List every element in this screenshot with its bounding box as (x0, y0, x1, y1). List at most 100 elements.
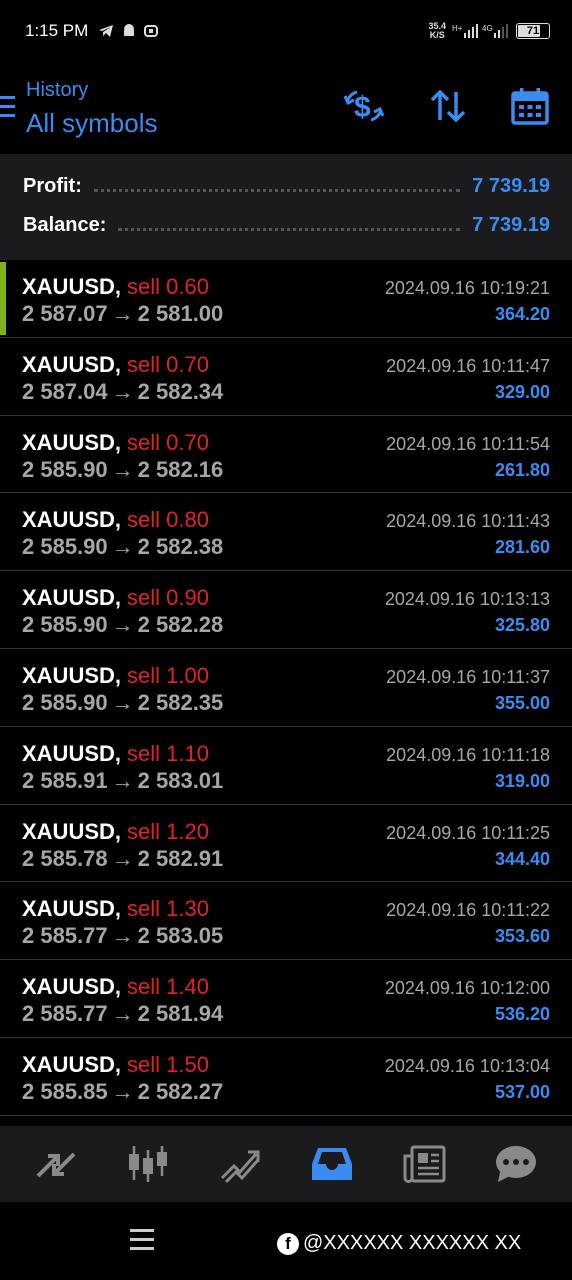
deal-symbol: XAUUSD, (22, 585, 122, 611)
sort-button[interactable] (426, 84, 470, 128)
deal-prices: 2 585.85 → 2 582.27 (22, 1079, 223, 1105)
deal-profit: 319.00 (494, 770, 550, 791)
deal-side-volume: sell 0.90 (127, 585, 209, 611)
summary-panel: Profit: 7 739.19 Balance: 7 739.19 (0, 154, 572, 260)
deal-close-price: 2 581.00 (137, 301, 224, 326)
deal-row[interactable]: XAUUSD, sell 1.10 2 585.91 → 2 583.01 2024.09… (0, 727, 572, 805)
balance-value: 7 739.19 (472, 213, 550, 236)
deal-side-volume: sell 1.00 (127, 662, 209, 688)
deal-close-price: 2 583.05 (137, 923, 224, 949)
deal-side-volume: sell 1.10 (127, 740, 209, 766)
price-arrow-icon: → (111, 923, 134, 949)
deal-close-price: 2 581.94 (137, 1001, 224, 1027)
trade-icon (220, 1150, 260, 1184)
deal-side-volume: sell 1.20 (127, 818, 209, 844)
deal-close-price: 2 582.28 (137, 612, 224, 638)
chart-icon (129, 1146, 167, 1182)
deal-symbol: XAUUSD, (22, 740, 122, 766)
deal-time: 2024.09.16 10:11:25 (386, 822, 550, 843)
deposit-withdraw-button[interactable]: $ (342, 84, 386, 128)
deal-symbol: XAUUSD, (22, 662, 122, 688)
deal-side-volume: sell 0.80 (127, 507, 209, 533)
deal-prices: 2 585.78 → 2 582.91 (22, 846, 223, 872)
history-icon (312, 1148, 352, 1180)
deal-side-volume: sell 1.50 (127, 1051, 209, 1077)
deal-symbol: XAUUSD, (22, 274, 122, 299)
deal-prices: 2 587.04 → 2 582.34 (22, 379, 223, 405)
price-arrow-icon: → (111, 378, 134, 404)
balance-row: Balance: 7 739.19 (23, 210, 550, 240)
deal-symbol: XAUUSD, (22, 507, 122, 533)
watermark: f @XXXXXX XXXXXX XX (277, 1232, 521, 1255)
deal-time: 2024.09.16 10:11:18 (386, 744, 550, 765)
profit-value: 7 739.19 (472, 174, 550, 197)
deal-close-price: 2 582.91 (137, 845, 224, 871)
deal-row[interactable]: XAUUSD, sell 1.00 2 585.90 → 2 582.35 2024.09… (0, 649, 572, 727)
signal-icon: H+ 4G (452, 24, 508, 38)
deal-prices: 2 585.77 → 2 583.05 (22, 923, 223, 949)
menu-icon[interactable] (0, 96, 15, 123)
telegram-icon (99, 25, 114, 37)
android-icon (124, 24, 135, 36)
deal-profit: 325.80 (494, 615, 550, 636)
deal-profit: 355.00 (494, 692, 550, 713)
price-arrow-icon: → (111, 534, 134, 560)
deal-open-price: 2 585.90 (22, 612, 108, 638)
price-arrow-icon: → (111, 612, 134, 638)
profit-row: Profit: 7 739.19 (23, 171, 550, 201)
deal-close-price: 2 582.38 (137, 534, 224, 560)
deal-prices: 2 585.90 → 2 582.38 (22, 534, 223, 560)
facebook-icon: f (277, 1232, 299, 1255)
nav-chart[interactable] (123, 1139, 173, 1189)
deal-symbol: XAUUSD, (22, 351, 122, 377)
price-arrow-icon: → (111, 1078, 134, 1104)
dollar-exchange-icon: $ (343, 90, 385, 124)
news-icon (403, 1145, 446, 1183)
price-arrow-icon: → (111, 689, 134, 715)
date-range-button[interactable] (508, 84, 552, 128)
deal-row[interactable]: XAUUSD, sell 1.20 2 585.78 → 2 582.91 2024.09… (0, 805, 572, 883)
deal-symbol: XAUUSD, (22, 429, 122, 455)
deal-row[interactable]: XAUUSD, sell 1.50 2 585.85 → 2 582.27 2024.09… (0, 1038, 572, 1116)
deal-row[interactable]: XAUUSD, sell 0.90 2 585.90 → 2 582.28 2024.09… (0, 571, 572, 649)
nav-news[interactable] (399, 1139, 449, 1189)
svg-text:H+: H+ (452, 24, 463, 33)
deal-row[interactable]: XAUUSD, sell 0.70 2 587.04 → 2 582.34 2024.09… (0, 338, 572, 416)
deal-side-volume: sell 1.40 (127, 974, 209, 1000)
price-arrow-icon: → (111, 301, 134, 326)
deal-row[interactable]: XAUUSD, sell 1.30 2 585.77 → 2 583.05 2024.09… (0, 882, 572, 961)
deal-side-volume: sell 0.70 (127, 351, 209, 377)
deal-open-price: 2 585.85 (22, 1078, 108, 1104)
bottom-navigation (0, 1126, 572, 1202)
deal-close-price: 2 582.16 (137, 456, 224, 482)
nav-messages[interactable] (491, 1139, 541, 1189)
deal-row[interactable]: XAUUSD, sell 0.70 2 585.90 → 2 582.16 2024.09… (0, 416, 572, 494)
deal-row[interactable]: XAUUSD, sell 1.40 2 585.77 → 2 581.94 2024.09… (0, 960, 572, 1038)
deal-symbol: XAUUSD, (22, 896, 122, 922)
deal-time: 2024.09.16 10:11:54 (386, 433, 550, 454)
deals-list: XAUUSD, sell 0.60 2 587.07 → 2 581.00 2024.09… (0, 260, 572, 1116)
price-arrow-icon: → (111, 845, 134, 871)
symbol-filter[interactable]: All symbols (26, 108, 157, 139)
deal-row[interactable]: XAUUSD, sell 0.60 2 587.07 → 2 581.00 2024.09… (0, 260, 572, 338)
deal-open-price: 2 585.91 (22, 767, 108, 793)
nav-quotes[interactable] (31, 1139, 81, 1189)
calendar-icon (511, 88, 549, 125)
deal-open-price: 2 585.90 (22, 534, 108, 560)
deal-open-price: 2 587.07 (22, 301, 108, 326)
deal-symbol: XAUUSD, (22, 974, 122, 1000)
nav-history[interactable] (307, 1139, 357, 1189)
deal-side-volume: sell 1.30 (127, 896, 209, 922)
deal-time: 2024.09.16 10:11:22 (386, 900, 550, 921)
deal-open-price: 2 587.04 (22, 378, 108, 404)
deal-profit: 536.20 (494, 1004, 550, 1025)
nav-trade[interactable] (215, 1139, 265, 1189)
deal-profit: 344.40 (494, 848, 550, 869)
svg-text:4G: 4G (482, 24, 493, 33)
deal-close-price: 2 582.34 (137, 378, 224, 404)
deal-prices: 2 585.90 → 2 582.35 (22, 690, 223, 716)
sort-icon (430, 89, 466, 123)
deal-open-price: 2 585.90 (22, 456, 108, 482)
deal-row[interactable]: XAUUSD, sell 0.80 2 585.90 → 2 582.38 2024.09… (0, 493, 572, 572)
recent-apps-icon[interactable] (130, 1229, 154, 1256)
